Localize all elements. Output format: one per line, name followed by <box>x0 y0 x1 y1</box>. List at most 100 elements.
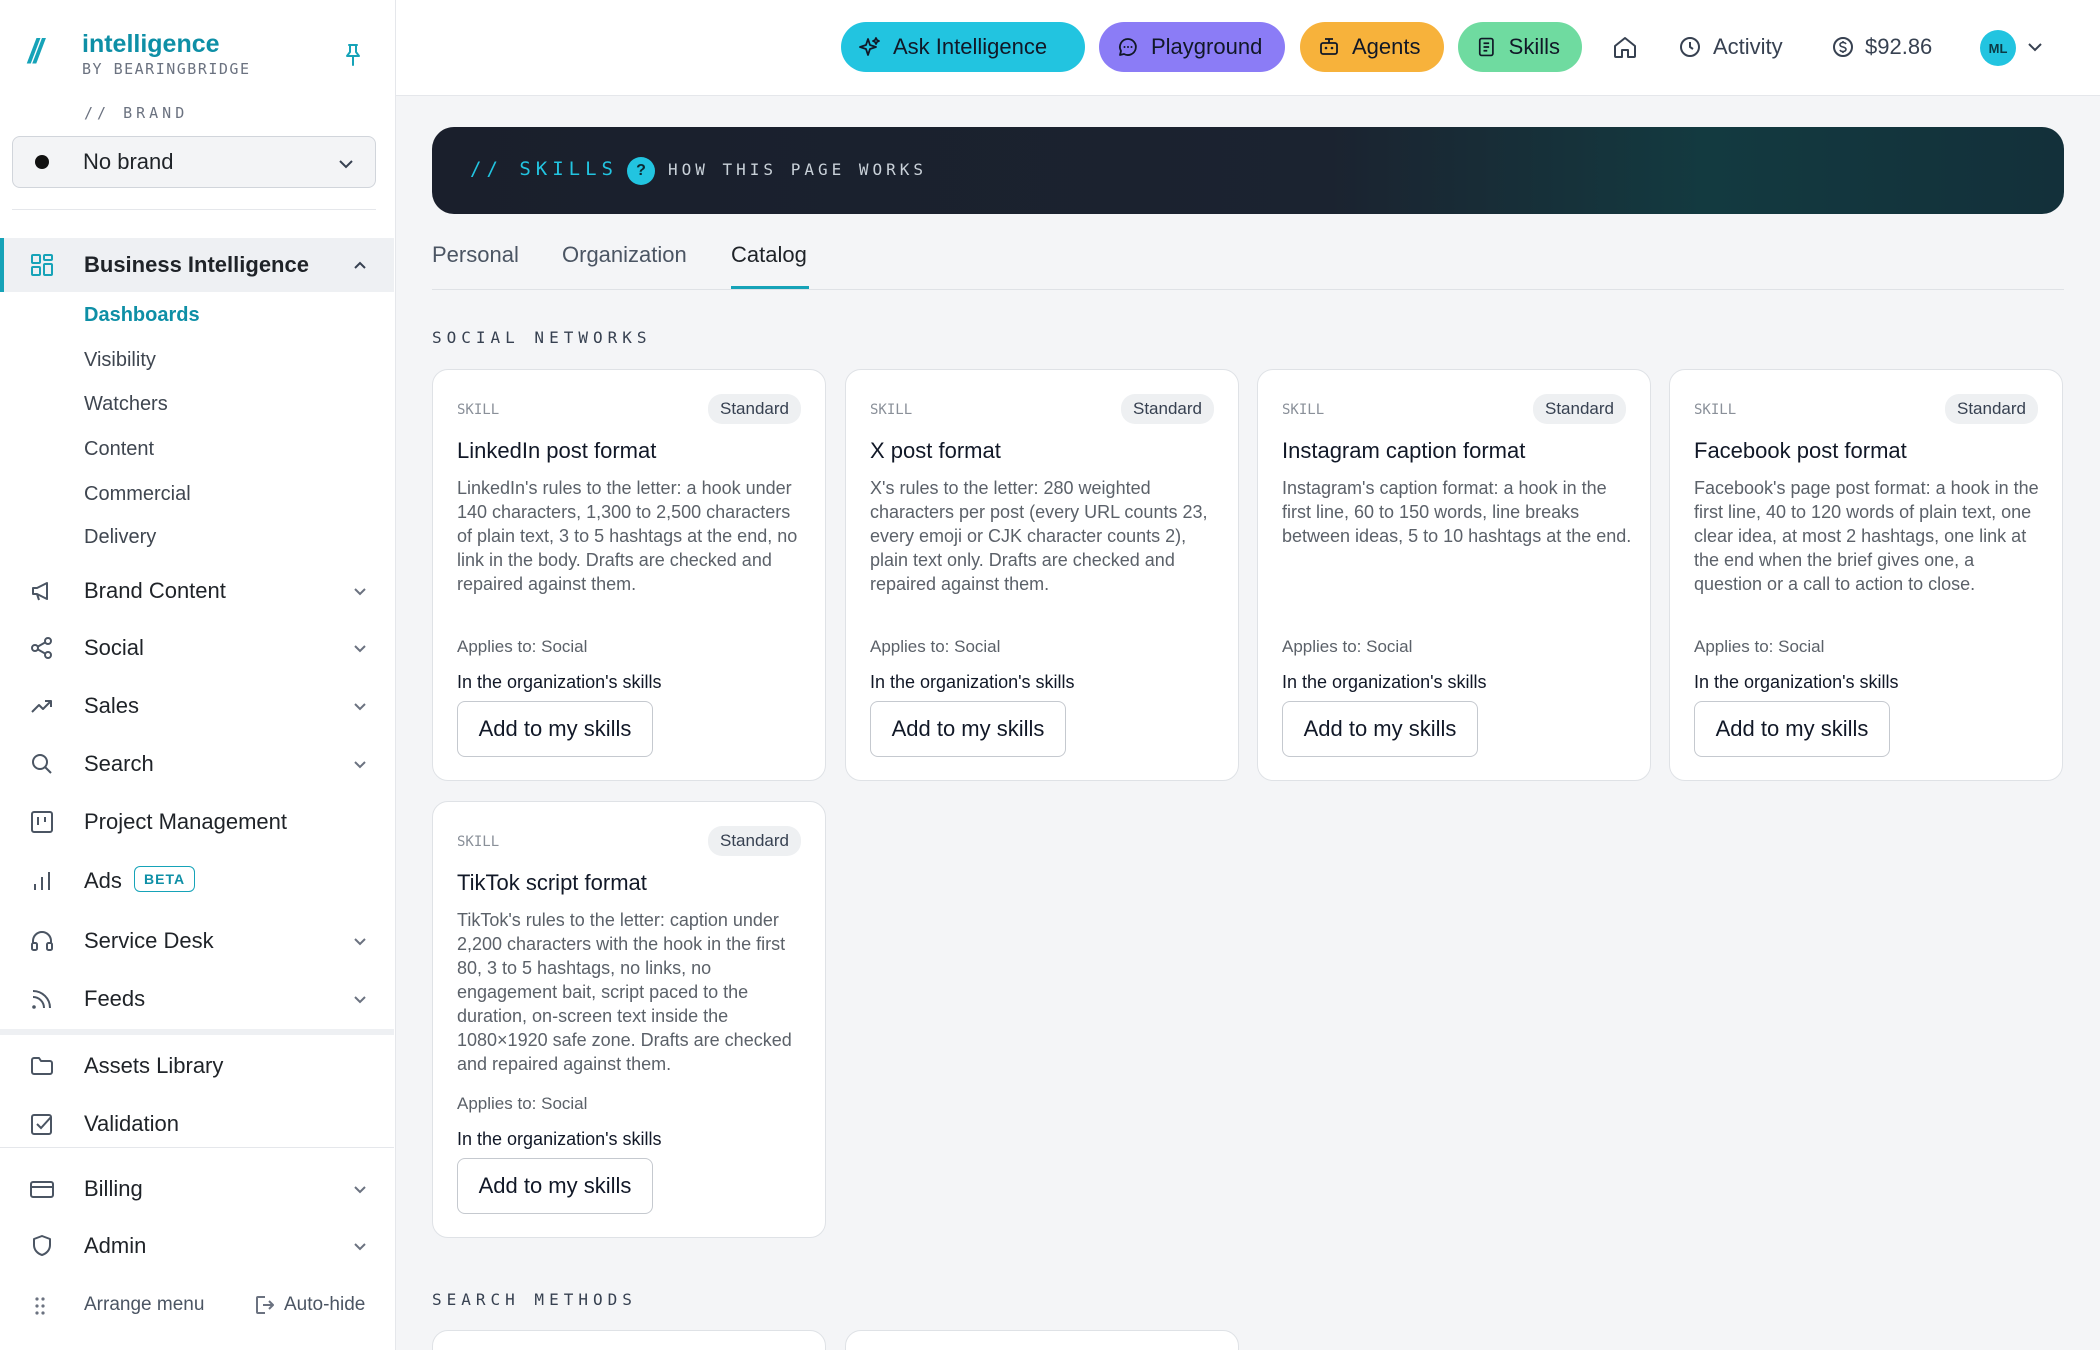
ask-intelligence-button[interactable]: Ask Intelligence <box>841 22 1085 72</box>
card-applies: Applies to: Social <box>1694 637 1825 656</box>
add-to-my-skills-button[interactable]: Add to my skills <box>457 701 653 757</box>
playground-label: Playground <box>1151 34 1263 59</box>
sidebar-footer: Arrange menu Auto-hide <box>0 1280 394 1332</box>
sidebar-item-project-management[interactable]: Project Management <box>0 795 394 849</box>
sidebar-subitem-watchers[interactable]: Watchers <box>84 393 168 416</box>
sidebar-item-label: Billing <box>84 1176 143 1201</box>
chevron-down-icon <box>354 645 366 653</box>
sidebar-item-service-desk[interactable]: Service Desk <box>0 914 394 968</box>
card-description: Facebook's page post format: a hook in t… <box>1694 478 2039 594</box>
tab-personal[interactable]: Personal <box>432 242 519 268</box>
sidebar-subitem-commercial[interactable]: Commercial <box>84 483 191 506</box>
add-to-my-skills-button[interactable]: Add to my skills <box>870 701 1066 757</box>
drag-handle-icon[interactable] <box>34 1296 46 1316</box>
card-kind: SKILL <box>1282 402 1325 418</box>
how-this-page-works-link[interactable]: HOW THIS PAGE WORKS <box>668 160 927 179</box>
card-applies: Applies to: Social <box>457 1094 588 1113</box>
status-badge: Standard <box>1121 394 1214 424</box>
sidebar-item-social[interactable]: Social <box>0 621 394 675</box>
chat-bubble-icon <box>1119 38 1137 56</box>
sidebar-item-feeds[interactable]: Feeds <box>0 972 394 1026</box>
rss-icon <box>28 985 56 1013</box>
sidebar-subitem-content[interactable]: Content <box>84 438 154 461</box>
chevron-down-icon <box>354 703 366 711</box>
sidebar-item-sales[interactable]: Sales <box>0 679 394 733</box>
status-badge: Standard <box>708 394 801 424</box>
sidebar-item-validation[interactable]: Validation <box>0 1097 394 1151</box>
grid-icon <box>28 251 56 279</box>
agents-button[interactable]: Agents <box>1300 22 1444 72</box>
add-to-my-skills-button[interactable]: Add to my skills <box>457 1158 653 1214</box>
search-icon <box>28 750 56 778</box>
agents-label: Agents <box>1352 34 1421 59</box>
card-title: TikTok script format <box>457 870 647 895</box>
logo-name: intelligence <box>82 30 220 58</box>
add-to-my-skills-button[interactable]: Add to my skills <box>1694 701 1890 757</box>
kanban-icon <box>28 808 56 836</box>
avatar[interactable]: ML <box>1980 30 2016 66</box>
sidebar-item-brand-content[interactable]: Brand Content <box>0 564 394 618</box>
sidebar-subitem-visibility[interactable]: Visibility <box>84 349 156 372</box>
card-applies: Applies to: Social <box>457 637 588 656</box>
card-description: Instagram's caption format: a hook in th… <box>1282 478 1632 546</box>
sidebar-item-label: Sales <box>84 693 140 718</box>
help-icon[interactable]: ? <box>627 157 655 185</box>
ask-intelligence-label: Ask Intelligence <box>893 34 1048 59</box>
card-status: In the organization's skills <box>457 1129 662 1149</box>
brand-label: // BRAND <box>84 104 189 122</box>
sidebar-item-admin[interactable]: Admin <box>0 1219 394 1273</box>
tab-bar: Personal Organization Catalog <box>432 240 2064 290</box>
tab-organization[interactable]: Organization <box>562 242 687 268</box>
brand-select[interactable]: No brand <box>12 136 376 188</box>
section-title: SOCIAL NETWORKS <box>432 328 652 347</box>
add-to-my-skills-button[interactable]: Add to my skills <box>1282 701 1478 757</box>
trending-up-icon <box>28 692 56 720</box>
sidebar-item-business-intelligence[interactable]: Business Intelligence <box>0 238 394 292</box>
shield-icon <box>28 1232 56 1260</box>
sidebar-item-label: Project Management <box>84 809 287 834</box>
sidebar-item-label: Feeds <box>84 986 146 1011</box>
sidebar-subitem-dashboards[interactable]: Dashboards <box>84 304 200 327</box>
dollar-icon <box>1833 37 1853 57</box>
credit-card-icon <box>28 1175 56 1203</box>
sparkle-icon <box>859 37 880 56</box>
sidebar-item-label: Admin <box>84 1233 147 1258</box>
book-icon <box>1478 37 1494 57</box>
skill-card: SKILL Standard X post format X's rules t… <box>845 369 1239 781</box>
sidebar-item-search[interactable]: Search <box>0 737 394 791</box>
activity-link[interactable]: Activity <box>1713 34 1783 60</box>
chevron-down-icon <box>354 1186 366 1194</box>
home-icon[interactable] <box>1612 34 1638 60</box>
arrange-menu-button[interactable]: Arrange menu <box>84 1294 204 1316</box>
sidebar-item-billing[interactable]: Billing <box>0 1162 394 1216</box>
sidebar-item-label: Service Desk <box>84 928 214 953</box>
card-status: In the organization's skills <box>1694 672 1899 692</box>
divider <box>12 209 376 210</box>
tab-catalog[interactable]: Catalog <box>731 242 807 268</box>
card-title: Instagram caption format <box>1282 438 1526 463</box>
sidebar-item-label: Social <box>84 635 144 660</box>
sidebar-item-assets-library[interactable]: Assets Library <box>0 1039 394 1093</box>
chevron-down-icon <box>354 588 366 596</box>
skill-card <box>845 1330 1239 1350</box>
pin-icon[interactable] <box>342 42 364 68</box>
chevron-down-icon <box>354 761 366 769</box>
chevron-down-icon <box>354 996 366 1004</box>
sidebar-subitem-delivery[interactable]: Delivery <box>84 526 156 549</box>
balance-value[interactable]: $92.86 <box>1865 34 1932 60</box>
robot-icon <box>1320 38 1338 55</box>
chevron-down-icon[interactable] <box>2026 38 2044 56</box>
skills-button[interactable]: Skills <box>1458 22 1582 72</box>
auto-hide-button[interactable]: Auto-hide <box>284 1294 365 1316</box>
divider <box>0 1147 394 1148</box>
sidebar-item-ads[interactable]: Ads BETA <box>0 854 394 908</box>
logo-byline: BY BEARINGBRIDGE <box>82 60 251 78</box>
card-status: In the organization's skills <box>870 672 1075 692</box>
card-kind: SKILL <box>1694 402 1737 418</box>
playground-button[interactable]: Playground <box>1099 22 1285 72</box>
chevron-down-icon <box>339 160 353 169</box>
logo-mark-icon: // <box>28 33 43 71</box>
check-square-icon <box>28 1110 56 1138</box>
skill-card <box>432 1330 826 1350</box>
logo[interactable]: // intelligence BY BEARINGBRIDGE <box>28 30 251 78</box>
